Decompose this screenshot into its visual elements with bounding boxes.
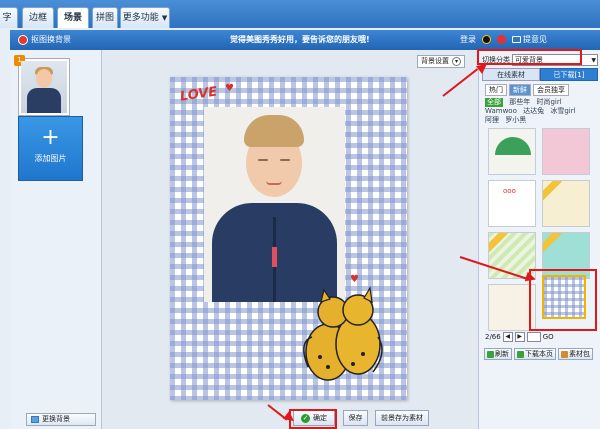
material-tile[interactable] <box>542 128 590 175</box>
tag-item[interactable]: Wamwoo <box>485 107 517 116</box>
tag-item[interactable]: 那些年 <box>509 98 530 107</box>
material-tile[interactable]: ooo <box>488 180 536 227</box>
chevron-down-icon: ▾ <box>452 57 461 66</box>
material-tile[interactable] <box>542 180 590 227</box>
chevron-down-icon: ▼ <box>591 57 596 64</box>
material-tile[interactable] <box>488 128 536 175</box>
tag-item[interactable]: 冰雪girl <box>550 107 575 116</box>
top-tab-bar: 字 边框 场景 拼图 更多功能 ▼ <box>0 0 600 28</box>
tag-item[interactable]: 罗小黑 <box>505 116 526 125</box>
tab-collage[interactable]: 拼图 <box>92 7 118 28</box>
save-button[interactable]: 保存 <box>343 410 368 426</box>
change-background-button[interactable]: 更换背景 <box>26 413 96 426</box>
tab-downloaded[interactable]: 已下载[1] <box>540 68 598 81</box>
package-icon <box>561 350 568 358</box>
image-thumbnail[interactable]: 1 <box>14 55 70 116</box>
thumbnail-photo <box>21 61 67 113</box>
page-indicator: 2/66 <box>485 333 501 341</box>
next-page-button[interactable]: ▶ <box>514 332 525 342</box>
material-pack-button[interactable]: 素材包 <box>558 348 593 360</box>
tag-item[interactable]: 阿狸 <box>485 116 499 125</box>
annotation-box-category <box>477 49 582 65</box>
qq-icon[interactable] <box>482 35 491 44</box>
subtab-hot[interactable]: 热门 <box>485 84 507 96</box>
go-button[interactable]: GO <box>543 333 554 341</box>
prev-page-button[interactable]: ◀ <box>502 332 513 342</box>
background-settings-button[interactable]: 背景设置 ▾ <box>417 55 465 68</box>
tab-more-functions[interactable]: 更多功能 ▼ <box>120 7 170 28</box>
tag-item[interactable]: 达达兔 <box>523 107 544 116</box>
plus-icon: + <box>41 125 60 150</box>
annotation-box-ok <box>289 409 337 429</box>
tag-item[interactable]: 全部 <box>485 98 503 107</box>
background-icon <box>31 416 39 423</box>
pager: 2/66 ◀ ▶ GO <box>485 331 597 343</box>
tag-list: 全部 那些年 时尚girl Wamwoo 达达兔 冰雪girl 阿狸 罗小黑 <box>485 98 597 125</box>
download-icon <box>517 350 524 358</box>
tab-text[interactable]: 字 <box>0 7 18 28</box>
page-input[interactable] <box>526 332 541 342</box>
download-page-button[interactable]: 下载本页 <box>514 348 556 360</box>
tab-border[interactable]: 边框 <box>22 7 54 28</box>
canvas-area: 背景设置 ▾ LOVE ♥ ♥ ✓ 确定 保存 前景存为素材 <box>102 50 478 429</box>
feedback-link[interactable]: 提意见 <box>512 34 547 45</box>
material-panel: 切换分类 可爱背景 ▼ 在线素材 已下载[1] 热门 新鲜 会员独享 全部 那些… <box>478 50 600 429</box>
subtab-new[interactable]: 新鲜 <box>509 84 531 96</box>
dialog-title: 抠图换背景 <box>31 35 71 44</box>
subtab-vip[interactable]: 会员独享 <box>533 84 569 96</box>
weibo-icon[interactable] <box>497 35 506 44</box>
left-panel: 1 + 添加图片 更换背景 <box>10 50 102 429</box>
annotation-box-selected-tile <box>529 269 597 331</box>
heart-icon: ♥ <box>225 83 234 94</box>
tab-scene[interactable]: 场景 <box>57 7 89 28</box>
dialog-titlebar: 抠图换背景 觉得美图秀秀好用，要告诉您的朋友哦! 登录 提意见 <box>10 30 600 50</box>
refresh-button[interactable]: 刷新 <box>484 348 512 360</box>
app-icon <box>18 34 28 45</box>
add-image-button[interactable]: + 添加图片 <box>18 116 83 181</box>
cutout-photo[interactable] <box>204 107 345 302</box>
save-as-material-button[interactable]: 前景存为素材 <box>375 410 429 426</box>
cats-sticker <box>303 286 383 381</box>
refresh-icon <box>487 350 494 358</box>
tag-item[interactable]: 时尚girl <box>536 98 561 107</box>
chevron-down-icon: ▼ <box>161 14 168 22</box>
promo-banner[interactable]: 觉得美图秀秀好用，要告诉您的朋友哦! <box>230 34 370 45</box>
message-icon <box>512 36 521 43</box>
login-link[interactable]: 登录 <box>460 34 476 45</box>
tab-online-material[interactable]: 在线素材 <box>482 68 540 81</box>
love-sticker: LOVE <box>179 84 219 105</box>
background-canvas[interactable]: LOVE ♥ ♥ <box>170 77 407 400</box>
